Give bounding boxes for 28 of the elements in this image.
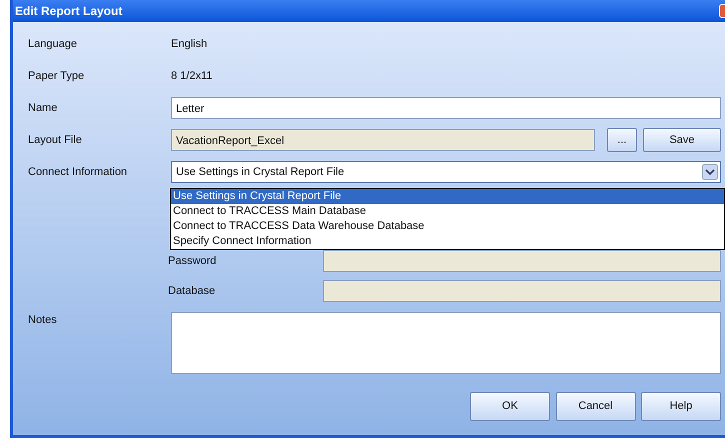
input-field[interactable] xyxy=(323,250,721,272)
browse-button[interactable]: ... xyxy=(607,128,637,152)
dropdown-option[interactable]: Specify Connect Information xyxy=(171,234,724,249)
field-label: Database xyxy=(168,284,216,299)
notes-field[interactable] xyxy=(171,312,721,374)
name-field[interactable]: Letter xyxy=(171,97,721,119)
dropdown-value: Use Settings in Crystal Report File xyxy=(176,164,344,180)
dropdown-option[interactable]: Connect to TRACCESS Main Database xyxy=(171,204,724,219)
field-value: English xyxy=(171,36,208,52)
input-field[interactable] xyxy=(323,280,721,302)
dialog-button[interactable]: Cancel xyxy=(556,392,636,421)
file-field[interactable]: VacationReport_Excel xyxy=(171,129,595,151)
dialog-button[interactable]: OK xyxy=(470,392,550,421)
field-label: Name xyxy=(28,100,58,116)
dropdown-option[interactable]: Connect to TRACCESS Data Warehouse Database xyxy=(171,219,724,234)
field-label: Connect Information xyxy=(28,164,128,180)
field-value: 8 1/2x11 xyxy=(171,68,212,84)
dialog-button[interactable]: Help xyxy=(641,392,721,421)
field-label: Language xyxy=(28,36,78,52)
window-title: Edit Report Layout xyxy=(15,3,122,20)
field-label: Layout File xyxy=(28,132,83,148)
field-label: Password xyxy=(168,254,218,269)
field-label: Paper Type xyxy=(28,68,86,84)
dropdown-option[interactable]: Use Settings in Crystal Report File xyxy=(171,189,724,204)
dropdown-field[interactable]: Use Settings in Crystal Report File xyxy=(171,161,721,183)
field-label: Notes xyxy=(28,313,58,328)
caret-icon[interactable] xyxy=(702,164,718,180)
save-button[interactable]: Save xyxy=(643,128,721,152)
